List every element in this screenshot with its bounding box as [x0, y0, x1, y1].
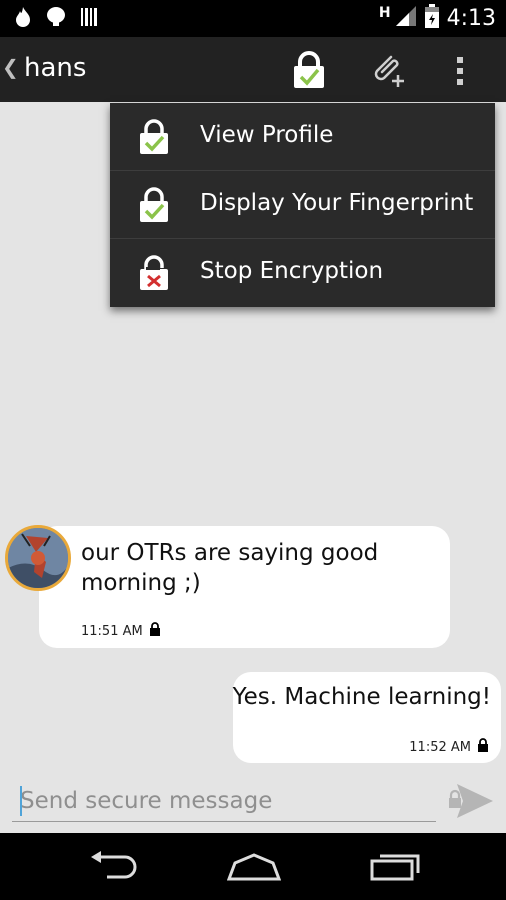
- status-right-icons: H 4:13: [379, 4, 496, 32]
- text-caret: [20, 786, 22, 816]
- send-locked-icon[interactable]: [447, 780, 495, 826]
- contact-title[interactable]: hans: [24, 53, 86, 83]
- message-bubble-outgoing[interactable]: Yes. Machine learning! 11:52 AM: [233, 672, 501, 763]
- menu-item-label: Stop Encryption: [200, 258, 384, 284]
- message-text: our OTRs are saying good morning ;): [81, 540, 379, 596]
- timestamp-text: 11:51 AM: [81, 623, 143, 639]
- menu-item-label: Display Your Fingerprint: [200, 190, 474, 216]
- signal-icon: [395, 5, 417, 31]
- overflow-menu: View Profile Display Your Fingerprint St…: [110, 103, 495, 307]
- message-timestamp: 11:52 AM: [409, 738, 489, 756]
- lock-icon: [149, 622, 161, 640]
- back-icon[interactable]: [87, 851, 139, 885]
- overflow-menu-icon[interactable]: [455, 55, 465, 91]
- lock-verified-icon[interactable]: [291, 51, 327, 93]
- menu-item-label: View Profile: [200, 122, 334, 148]
- notification-icon: [46, 6, 66, 32]
- barcode-icon: [80, 6, 100, 32]
- unlock-cancel-icon: [138, 255, 170, 295]
- clock: 4:13: [446, 5, 496, 31]
- message-timestamp: 11:51 AM: [81, 622, 161, 640]
- menu-item-display-fingerprint[interactable]: Display Your Fingerprint: [110, 171, 495, 239]
- home-icon[interactable]: [226, 851, 282, 885]
- message-input[interactable]: [12, 780, 436, 822]
- menu-item-view-profile[interactable]: View Profile: [110, 103, 495, 171]
- recents-icon[interactable]: [370, 851, 422, 885]
- attach-icon[interactable]: [369, 51, 409, 93]
- lock-verified-icon: [138, 187, 170, 227]
- status-bar: H 4:13: [0, 0, 506, 37]
- lock-icon: [477, 738, 489, 756]
- menu-item-stop-encryption[interactable]: Stop Encryption: [110, 239, 495, 307]
- contact-avatar[interactable]: [5, 525, 71, 591]
- message-text: Yes. Machine learning!: [232, 684, 491, 710]
- network-type-label: H: [378, 5, 391, 21]
- battery-icon: [424, 4, 439, 32]
- timestamp-text: 11:52 AM: [409, 739, 471, 755]
- action-bar: ❮ hans: [0, 37, 506, 102]
- navigation-bar: [0, 833, 506, 900]
- message-bubble-incoming[interactable]: our OTRs are saying good morning ;) 11:5…: [39, 526, 450, 648]
- back-chevron-icon[interactable]: ❮: [2, 55, 19, 79]
- status-left-icons: [14, 6, 100, 32]
- lock-verified-icon: [138, 119, 170, 159]
- fire-icon: [14, 6, 32, 32]
